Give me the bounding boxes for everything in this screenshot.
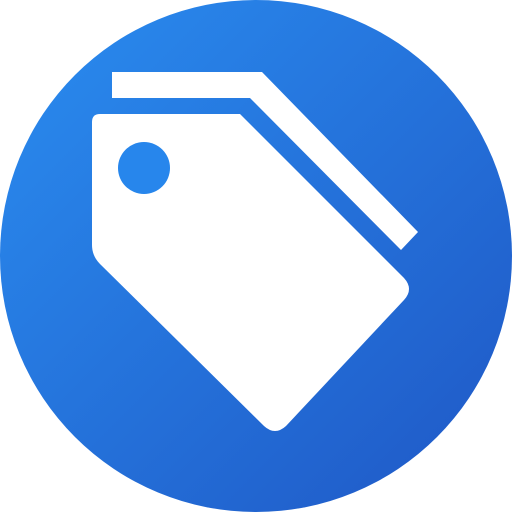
tag-hole	[118, 142, 170, 194]
app-icon[interactable]	[0, 0, 512, 512]
tags-icon	[0, 0, 512, 512]
